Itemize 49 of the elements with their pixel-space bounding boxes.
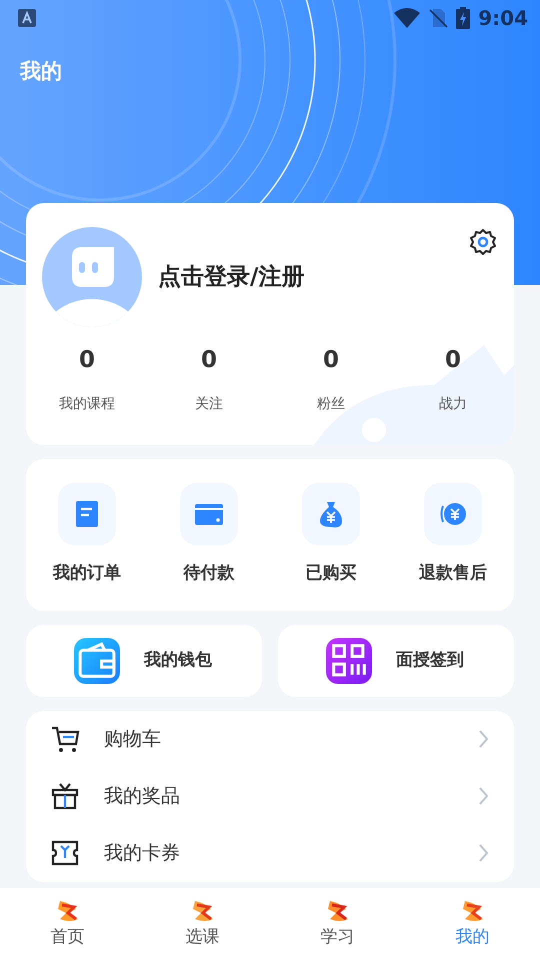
- order-label[interactable]: 退款售后: [419, 561, 487, 586]
- battery-icon: [456, 7, 470, 29]
- menu-label: 我的奖品: [104, 784, 180, 809]
- order-icon-tile[interactable]: [58, 483, 116, 545]
- cart-icon: [50, 724, 80, 754]
- gift-icon: [50, 781, 80, 811]
- refund-icon: [439, 500, 467, 528]
- page-title: 我的: [20, 58, 62, 85]
- stat-label[interactable]: 我的课程: [59, 394, 115, 414]
- order-icon-tile[interactable]: [180, 483, 238, 545]
- tab-item[interactable]: 选课: [135, 888, 270, 960]
- order-icon-tile[interactable]: [424, 483, 482, 545]
- no-sim-icon: [428, 8, 448, 28]
- order-label[interactable]: 我的订单: [53, 561, 121, 586]
- menu-label: 我的卡券: [104, 840, 180, 866]
- menu-row[interactable]: 购物车: [26, 710, 514, 768]
- shortcut-label: 我的钱包: [144, 648, 212, 672]
- wifi-icon: [394, 8, 420, 28]
- shortcut-card[interactable]: 面授签到: [278, 624, 514, 696]
- settings-icon[interactable]: [468, 227, 498, 257]
- login-link[interactable]: 点击登录/注册: [158, 260, 304, 294]
- status-time: 9:04: [478, 5, 528, 32]
- keyboard-icon: [18, 9, 36, 27]
- tab-item[interactable]: 学习: [270, 888, 405, 960]
- stat-label[interactable]: 粉丝: [317, 394, 345, 414]
- tab-item[interactable]: 我的: [405, 888, 540, 960]
- document-icon: [73, 500, 101, 528]
- order-label[interactable]: 待付款: [184, 561, 234, 586]
- stat-label[interactable]: 战力: [439, 394, 467, 414]
- coupon-icon: [50, 838, 80, 868]
- chevron-right-icon: [478, 843, 490, 863]
- order-icon-tile[interactable]: [302, 483, 360, 545]
- tab-item[interactable]: 首页: [0, 888, 135, 960]
- order-label[interactable]: 已购买: [306, 561, 356, 586]
- qr-code-icon: [326, 638, 372, 684]
- shortcut-card[interactable]: 我的钱包: [26, 624, 262, 696]
- menu-row[interactable]: 我的奖品: [26, 768, 514, 824]
- money-bag-icon: [317, 500, 345, 528]
- stat-value[interactable]: 0: [444, 343, 461, 378]
- chevron-right-icon: [478, 786, 490, 806]
- stat-value[interactable]: 0: [78, 343, 95, 378]
- stat-value[interactable]: 0: [322, 343, 339, 378]
- menu-label: 购物车: [104, 726, 161, 752]
- shortcut-label: 面授签到: [396, 648, 464, 672]
- chevron-right-icon: [478, 729, 490, 749]
- wallet-icon: [74, 638, 120, 684]
- menu-row[interactable]: 我的卡券: [26, 824, 514, 882]
- stat-label[interactable]: 关注: [195, 394, 223, 414]
- stat-value[interactable]: 0: [200, 343, 217, 378]
